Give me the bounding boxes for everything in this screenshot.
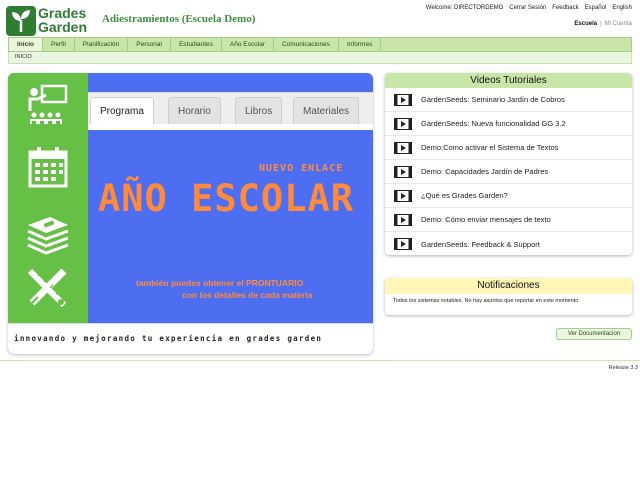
link-separator: | [600, 21, 602, 27]
tab-planificacion[interactable]: Planificación [75, 38, 129, 51]
notifications-text: Todos los sistemas estables. No hay asun… [393, 298, 580, 304]
main-nav: Inicio Perfil Planificación Personal Est… [8, 37, 632, 52]
video-item[interactable]: Demo:Como activar el Sistema de Textos [385, 136, 632, 160]
film-icon [394, 189, 412, 202]
banner-tab-baseline [88, 124, 373, 130]
banner-footer-text: innovando y mejorando tu experiencia en … [14, 334, 323, 343]
banner-tab-horario: Horario [168, 97, 221, 124]
video-item[interactable]: Demo: Cómo enviar mensajes de texto [385, 208, 632, 232]
pencil-ruler-icon [27, 268, 67, 308]
film-icon [394, 93, 412, 106]
logout-link[interactable]: Cerrar Sesión [509, 5, 546, 11]
banner-kicker: NUEVO ENLACE [259, 163, 344, 174]
presentation-icon [28, 84, 68, 124]
page: Grades Garden Adiestramientos (Escuela D… [0, 0, 640, 480]
view-documentation-button[interactable]: Ver Documentacion [556, 328, 632, 340]
video-item[interactable]: ¿Qué es Grades Garden? [385, 184, 632, 208]
my-account-link[interactable]: Mi Cuenta [605, 21, 632, 27]
banner-footer: innovando y mejorando tu experiencia en … [8, 323, 373, 354]
video-item-label: Demo: Capacidades Jardín de Padres [421, 167, 549, 176]
account-links: Escuela | Mi Cuenta [574, 21, 632, 27]
film-icon [394, 165, 412, 178]
film-icon [394, 141, 412, 154]
banner-tab-libros: Libros [235, 97, 283, 124]
video-item-label: ¿Qué es Grades Garden? [421, 191, 508, 200]
video-list: GardenSeeds: Seminario Jardín de Cobros … [385, 88, 632, 255]
welcome-text: Welcome: DIRECTORDEMO [425, 5, 504, 11]
banner-tab-materiales: Materiales [293, 97, 360, 124]
video-item[interactable]: GardenSeeds: Seminario Jardín de Cobros [385, 88, 632, 112]
tab-personal[interactable]: Personal [128, 38, 171, 51]
announcement-banner[interactable]: Programa Horario Libros Materiales NUEVO… [8, 73, 373, 354]
english-link[interactable]: English [612, 5, 632, 11]
videos-panel-title: Videos Tutoriales [385, 73, 632, 88]
sprout-icon [6, 6, 36, 36]
tab-informes[interactable]: Informes [339, 38, 382, 51]
film-icon [394, 238, 412, 250]
banner-line-2: con los detalles de cada materia [182, 290, 313, 300]
video-item-label: GardenSeeds: Nueva funcionalidad GG 3.2 [421, 119, 566, 128]
tab-inicio[interactable]: Inicio [9, 38, 43, 51]
banner-line-1: también puedes obtener el PRONTUARIO [136, 278, 304, 288]
grades-garden-logo[interactable]: Grades Garden [6, 6, 94, 36]
breadcrumb: INICIO [8, 52, 632, 64]
school-link[interactable]: Escuela [574, 21, 597, 27]
video-item[interactable]: GardenSeeds: Nueva funcionalidad GG 3.2 [385, 112, 632, 136]
video-item[interactable]: Demo: Capacidades Jardín de Padres [385, 160, 632, 184]
video-item-label: Demo:Como activar el Sistema de Textos [421, 143, 559, 152]
tab-estudiantes[interactable]: Estudiantes [171, 38, 222, 51]
notifications-panel: Notificaciones Todos los sistemas establ… [385, 278, 632, 315]
calendar-icon [28, 147, 68, 188]
books-icon [27, 217, 69, 255]
tab-perfil[interactable]: Perfil [43, 38, 75, 51]
videos-panel: Videos Tutoriales GardenSeeds: Seminario… [385, 73, 632, 255]
footer-divider [0, 360, 640, 361]
banner-headline: AÑO ESCOLAR [98, 177, 355, 220]
video-item[interactable]: GardenSeeds: Feedback & Support [385, 232, 632, 255]
app-title: Adiestramientos (Escuela Demo) [102, 13, 256, 25]
film-icon [394, 213, 412, 226]
notifications-title: Notificaciones [385, 278, 632, 294]
video-item-label: Demo: Cómo enviar mensajes de texto [421, 215, 551, 224]
film-icon [394, 117, 412, 130]
logo-wordmark: Grades Garden [38, 5, 88, 35]
release-version: Release 3.3 [608, 365, 638, 371]
banner-tab-programa: Programa [90, 97, 154, 124]
banner-side-panel [8, 73, 88, 323]
video-item-label: GardenSeeds: Seminario Jardín de Cobros [421, 95, 565, 104]
video-item-label: GardenSeeds: Feedback & Support [421, 239, 540, 249]
tab-comunicaciones[interactable]: Comunicaciones [274, 38, 340, 51]
feedback-link[interactable]: Feedback [552, 5, 578, 11]
tab-ano-escolar[interactable]: Año Escolar [222, 38, 274, 51]
top-links: Welcome: DIRECTORDEMO Cerrar Sesión Feed… [426, 5, 632, 11]
spanish-link[interactable]: Español [585, 5, 607, 11]
